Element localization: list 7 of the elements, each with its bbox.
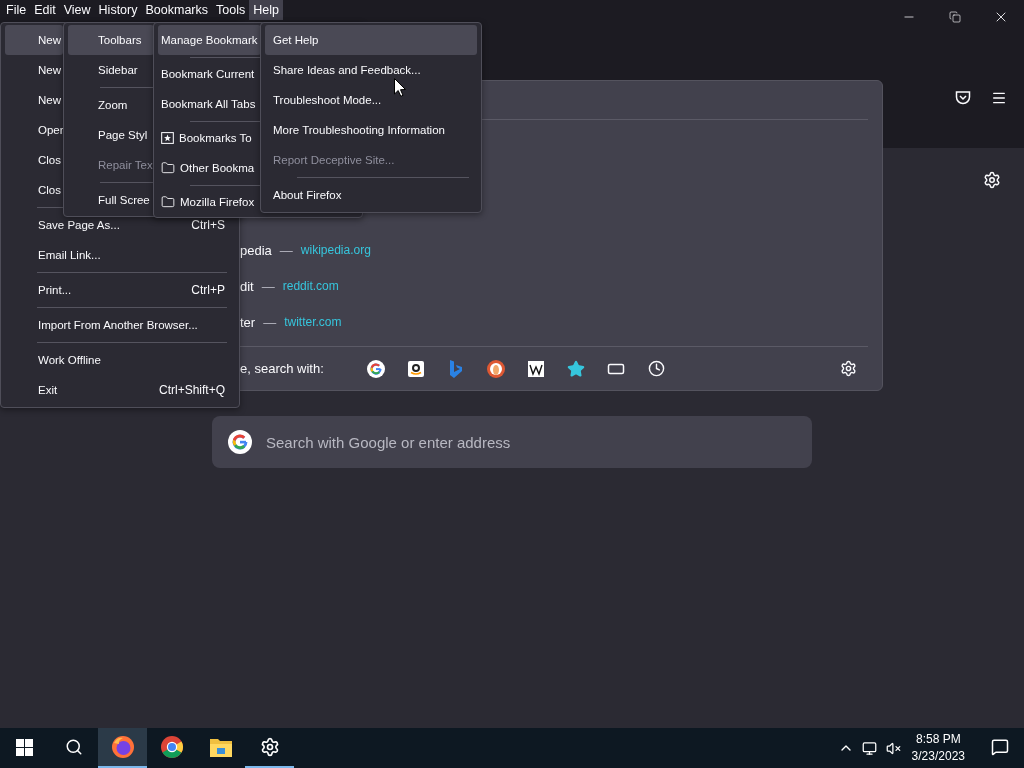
result-separator: — [279,242,293,258]
search-with-label: e, search with: [240,361,325,376]
result-separator: — [261,278,275,294]
shortcut-label: Ctrl+P [191,283,225,297]
result-separator: — [263,314,277,330]
shortcut-label: Ctrl+Shift+Q [158,383,225,397]
shortcut-label: Ctrl+S [191,218,225,232]
